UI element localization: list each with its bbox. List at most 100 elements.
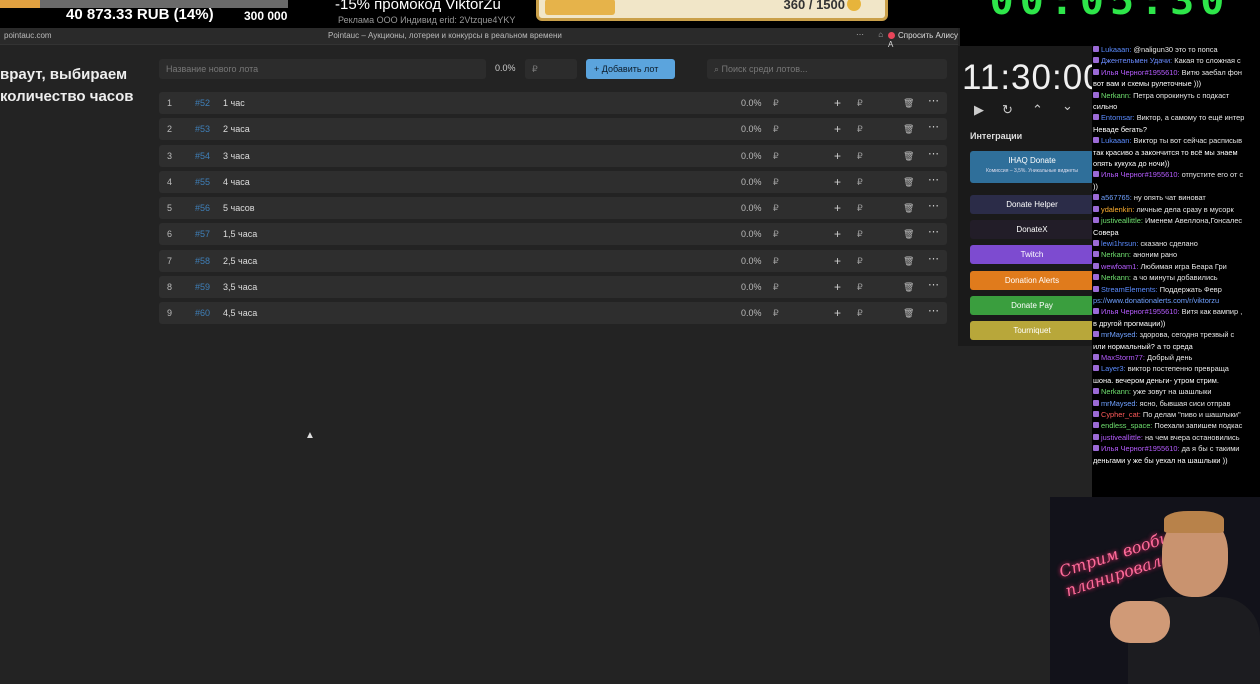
lot-row[interactable]: 2 #53 2 часа 0.0% ₽ + ₽ 🗑 ⋯ (159, 118, 947, 141)
add-amount-icon[interactable]: + (834, 280, 841, 294)
trash-icon[interactable]: 🗑 (903, 177, 914, 188)
more-options-icon[interactable]: ⋯ (928, 173, 939, 186)
add-amount-icon[interactable]: + (834, 254, 841, 268)
chat-username[interactable]: ydalenkin: (1101, 205, 1134, 214)
chat-username[interactable]: Илья Черног#1955610: (1101, 170, 1180, 179)
lot-extra-amount-field[interactable]: ₽ (857, 124, 863, 135)
chat-username[interactable]: lewi1hrsun: (1101, 239, 1138, 248)
lot-amount-field[interactable]: ₽ (773, 256, 779, 267)
integration-button[interactable]: IHAQ Donate Комиссия – 3,5%. Уникальные в… (970, 151, 1094, 183)
chat-username[interactable]: Джентельмен Удачи: (1101, 56, 1172, 65)
lot-name[interactable]: 5 часов (223, 203, 255, 213)
lot-amount-field[interactable]: ₽ (773, 229, 779, 240)
trash-icon[interactable]: 🗑 (903, 151, 914, 162)
lot-extra-amount-field[interactable]: ₽ (857, 282, 863, 293)
reset-icon[interactable]: ↻ (1002, 102, 1013, 118)
lot-name[interactable]: 1,5 часа (223, 229, 257, 239)
lot-extra-amount-field[interactable]: ₽ (857, 151, 863, 162)
chat-username[interactable]: Nerkann: (1101, 273, 1131, 282)
lot-row[interactable]: 4 #55 4 часа 0.0% ₽ + ₽ 🗑 ⋯ (159, 170, 947, 193)
lot-row[interactable]: 6 #57 1,5 часа 0.0% ₽ + ₽ 🗑 ⋯ (159, 223, 947, 246)
lot-extra-amount-field[interactable]: ₽ (857, 98, 863, 109)
lot-extra-amount-field[interactable]: ₽ (857, 308, 863, 319)
integration-button[interactable]: Donate Helper (970, 195, 1094, 214)
add-amount-icon[interactable]: + (834, 306, 841, 320)
more-options-icon[interactable]: ⋯ (928, 94, 939, 107)
more-options-icon[interactable]: ⋯ (928, 278, 939, 291)
more-options-icon[interactable]: ⋯ (928, 225, 939, 238)
lot-extra-amount-field[interactable]: ₽ (857, 203, 863, 214)
integration-button[interactable]: DonateX (970, 220, 1094, 239)
lot-amount-field[interactable]: ₽ (773, 203, 779, 214)
chat-username[interactable]: endless_space: (1101, 421, 1152, 430)
add-amount-icon[interactable]: + (834, 201, 841, 215)
lot-row[interactable]: 3 #54 3 часа 0.0% ₽ + ₽ 🗑 ⋯ (159, 144, 947, 167)
lot-amount-field[interactable]: ₽ (773, 124, 779, 135)
more-options-icon[interactable]: ⋯ (928, 304, 939, 317)
more-options-icon[interactable]: ⋯ (928, 199, 939, 212)
trash-icon[interactable]: 🗑 (903, 203, 914, 214)
chevron-up-icon[interactable]: ⌃ (1032, 102, 1043, 118)
trash-icon[interactable]: 🗑 (903, 229, 914, 240)
add-amount-icon[interactable]: + (834, 96, 841, 110)
lot-row[interactable]: 5 #56 5 часов 0.0% ₽ + ₽ 🗑 ⋯ (159, 197, 947, 220)
chat-username[interactable]: Илья Черног#1955610: (1101, 444, 1180, 453)
chat-username[interactable]: Nerkann: (1101, 91, 1131, 100)
trash-icon[interactable]: 🗑 (903, 98, 914, 109)
add-amount-icon[interactable]: + (834, 175, 841, 189)
add-amount-icon[interactable]: + (834, 227, 841, 241)
chat-username[interactable]: Nerkann: (1101, 387, 1131, 396)
lot-search-input[interactable]: ⌕ Поиск среди лотов... (707, 59, 947, 79)
lot-row[interactable]: 8 #59 3,5 часа 0.0% ₽ + ₽ 🗑 ⋯ (159, 276, 947, 299)
ask-alice-button[interactable]: Спросить Алису А (888, 31, 958, 49)
browser-menu-icons[interactable]: ⋯ ⌂ (856, 30, 889, 39)
lot-extra-amount-field[interactable]: ₽ (857, 256, 863, 267)
lot-row[interactable]: 1 #52 1 час 0.0% ₽ + ₽ 🗑 ⋯ (159, 92, 947, 114)
lot-name[interactable]: 3,5 часа (223, 282, 257, 292)
lot-amount-field[interactable]: ₽ (773, 151, 779, 162)
chat-username[interactable]: StreamElements: (1101, 285, 1158, 294)
add-amount-icon[interactable]: + (834, 149, 841, 163)
chat-username[interactable]: justiveallittle: (1101, 216, 1143, 225)
new-lot-name-input[interactable]: Название нового лота (159, 59, 486, 79)
lot-name[interactable]: 3 часа (223, 151, 250, 161)
chat-username[interactable]: Lukaaan: (1101, 45, 1131, 54)
lot-row[interactable]: 9 #60 4,5 часа 0.0% ₽ + ₽ 🗑 ⋯ (159, 302, 947, 325)
address-bar[interactable]: pointauc.com (4, 31, 52, 40)
add-lot-button[interactable]: + Добавить лот (586, 59, 675, 79)
chat-username[interactable]: Entomsar: (1101, 113, 1135, 122)
lot-extra-amount-field[interactable]: ₽ (857, 229, 863, 240)
lot-name[interactable]: 2,5 часа (223, 256, 257, 266)
chat-username[interactable]: mrMaysed: (1101, 330, 1138, 339)
chat-username[interactable]: Lukaaan: (1101, 136, 1131, 145)
chat-username[interactable]: a567765: (1101, 193, 1132, 202)
lot-name[interactable]: 4 часа (223, 177, 250, 187)
chevron-down-icon[interactable]: ⌄ (1062, 98, 1073, 114)
chat-username[interactable]: Nerkann: (1101, 250, 1131, 259)
more-options-icon[interactable]: ⋯ (928, 120, 939, 133)
integration-button[interactable]: Donation Alerts (970, 271, 1094, 290)
chat-username[interactable]: Илья Черног#1955610: (1101, 68, 1180, 77)
lot-amount-field[interactable]: ₽ (773, 98, 779, 109)
lot-amount-field[interactable]: ₽ (773, 177, 779, 188)
lot-amount-field[interactable]: ₽ (773, 282, 779, 293)
more-options-icon[interactable]: ⋯ (928, 147, 939, 160)
trash-icon[interactable]: 🗑 (903, 124, 914, 135)
lot-name[interactable]: 1 час (223, 98, 245, 108)
chat-username[interactable]: Илья Черног#1955610: (1101, 307, 1180, 316)
more-options-icon[interactable]: ⋯ (928, 252, 939, 265)
chat-username[interactable]: justiveallittle: (1101, 433, 1143, 442)
integration-button[interactable]: Donate Pay (970, 296, 1094, 315)
lot-name[interactable]: 4,5 часа (223, 308, 257, 318)
add-amount-icon[interactable]: + (834, 122, 841, 136)
chat-username[interactable]: Layer3: (1101, 364, 1126, 373)
lot-amount-field[interactable]: ₽ (773, 308, 779, 319)
play-icon[interactable]: ▶ (974, 102, 984, 118)
trash-icon[interactable]: 🗑 (903, 282, 914, 293)
chat-username[interactable]: MaxStorm77: (1101, 353, 1145, 362)
chat-username[interactable]: wewfoam1: (1101, 262, 1138, 271)
lot-extra-amount-field[interactable]: ₽ (857, 177, 863, 188)
integration-button[interactable]: Twitch (970, 245, 1094, 264)
new-lot-amount-input[interactable]: ₽ (525, 59, 577, 79)
trash-icon[interactable]: 🗑 (903, 256, 914, 267)
